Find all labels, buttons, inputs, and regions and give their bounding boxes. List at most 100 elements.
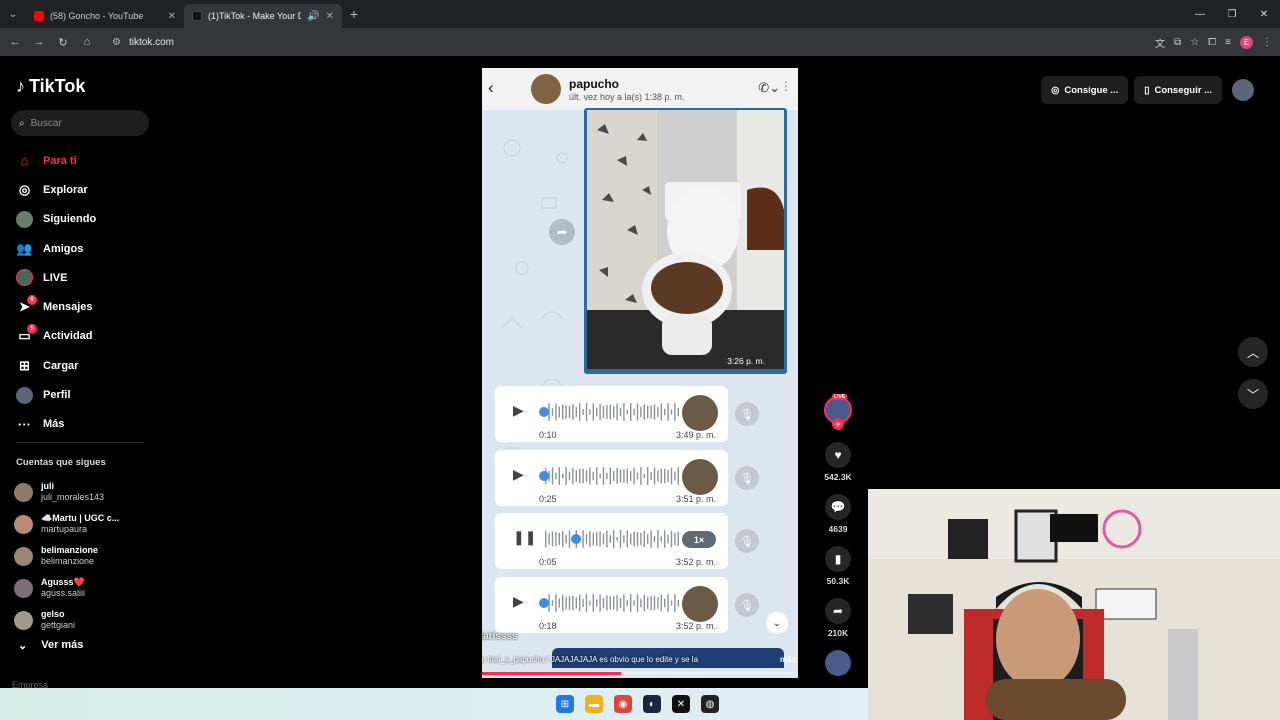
following-item[interactable]: gelso gettgiani — [14, 604, 154, 636]
comment-count: 4639 — [828, 524, 848, 534]
share-button[interactable]: ➦ 210K — [818, 598, 858, 638]
waveform-bar — [545, 530, 547, 548]
forward-icon[interactable]: → — [27, 28, 51, 56]
voice-message: ▶ 0:10 3:49 p. m. — [495, 386, 728, 442]
waveform-bar — [589, 467, 591, 485]
reload-icon[interactable]: ↻ — [51, 28, 75, 56]
waveform — [545, 530, 679, 548]
nav-item-para-ti[interactable]: ⌂ Para ti — [16, 146, 156, 175]
waveform-bar — [613, 596, 615, 610]
profile-avatar[interactable]: E — [1240, 35, 1253, 49]
following-item[interactable]: belimanzione belimanzione — [14, 540, 154, 572]
translate-icon[interactable]: 文 — [1155, 35, 1165, 50]
comment-button[interactable]: 💬 4639 — [818, 494, 858, 534]
app-icon[interactable]: ◍ — [701, 695, 719, 713]
following-item[interactable]: Agusss❤️ aguss.saliii — [14, 572, 154, 604]
close-tab-icon[interactable]: ✕ — [326, 11, 334, 22]
waveform-bar — [582, 598, 584, 608]
close-window-icon[interactable]: ✕ — [1248, 0, 1280, 28]
nav-item-explorar[interactable]: ◎ Explorar — [16, 175, 156, 204]
tab-tiktok[interactable]: (1)TikTok - Make Your Day 🔊 ✕ — [184, 4, 342, 28]
waveform-bar — [602, 405, 605, 419]
new-tab-button[interactable]: + — [342, 6, 366, 22]
nav-item-siguiendo[interactable]: Siguiendo — [16, 205, 156, 234]
speaker-icon[interactable]: 🔊 — [307, 11, 319, 22]
site-info-icon[interactable]: ⚙ — [112, 37, 121, 48]
close-tab-icon[interactable]: ✕ — [168, 11, 176, 22]
search-input[interactable]: ⌕ Buscar — [11, 110, 149, 136]
waveform-bar — [643, 530, 645, 548]
tab-search-icon[interactable]: ⌄ — [0, 0, 26, 28]
home-icon[interactable]: ⌂ — [75, 28, 99, 56]
cast-icon[interactable]: ⧉ — [1174, 37, 1181, 48]
extensions-icon[interactable]: ⧠ — [1208, 37, 1216, 48]
nav-item-mensajes[interactable]: ➤ 6 Mensajes — [16, 292, 156, 321]
browser-menu-icon[interactable]: ⋮ — [1262, 37, 1272, 48]
nav-item-live[interactable]: LIVE — [16, 263, 156, 292]
next-video-button[interactable]: ﹀ — [1238, 379, 1268, 409]
tab-youtube[interactable]: (58) Goncho - YouTube ✕ — [26, 4, 184, 28]
waveform-bar — [585, 470, 588, 482]
waveform-bar — [572, 403, 574, 421]
chevron-up-icon: ︿ — [1246, 345, 1259, 360]
video-player[interactable]: ‹ papucho últ. vez hoy a la(s) 1:38 p. m… — [482, 68, 798, 678]
waveform-bar — [623, 594, 625, 612]
steam-icon[interactable]: ◐ — [643, 695, 661, 713]
voice-duration: 0:25 — [539, 494, 557, 504]
media-control-icon[interactable]: ≡ — [1225, 37, 1231, 48]
video-progress-bar[interactable] — [482, 672, 794, 675]
see-more-button[interactable]: ⌄ Ver más — [18, 639, 83, 652]
capcut-icon[interactable]: ✕ — [672, 695, 690, 713]
get-coins-button[interactable]: ◎ Consigue ... — [1041, 76, 1129, 104]
user-avatar[interactable] — [1232, 79, 1254, 101]
waveform-bar — [670, 600, 673, 606]
tab-title: (58) Goncho - YouTube — [50, 11, 144, 21]
minimize-icon[interactable]: — — [1184, 0, 1216, 28]
nav-item-mas[interactable]: ··· Más — [16, 410, 156, 439]
waveform-bar — [647, 405, 649, 419]
nav-item-actividad[interactable]: ▭ 5 Actividad — [16, 322, 156, 351]
waveform-bar — [616, 403, 618, 421]
creator-avatar-button[interactable]: LIVE + — [818, 394, 858, 430]
nav-item-perfil[interactable]: Perfil — [16, 380, 156, 409]
send-icon: ➤ 6 — [16, 295, 37, 315]
waveform-bar — [599, 473, 601, 479]
get-app-button[interactable]: ▯ Conseguir ... — [1134, 76, 1222, 104]
waveform-bar — [619, 469, 622, 483]
back-icon[interactable]: ← — [3, 28, 27, 56]
waveform-bar — [677, 467, 679, 485]
save-button[interactable]: ▮ 50.3K — [818, 546, 858, 586]
following-item[interactable]: ☁️Martu | UGC c... martupaura — [14, 508, 154, 540]
waveform-bar — [653, 595, 656, 611]
coin-icon: ◎ — [1051, 84, 1060, 96]
nav-label: Explorar — [43, 183, 88, 196]
waveform-bar — [677, 599, 679, 607]
tiktok-logo[interactable]: ♪ TikTok — [16, 76, 85, 97]
previous-video-button[interactable]: ︿ — [1238, 337, 1268, 367]
waveform-bar — [633, 531, 635, 547]
url-field[interactable]: ⚙ tiktok.com — [104, 32, 1084, 52]
playhead-dot — [539, 598, 549, 608]
chrome-icon[interactable]: ◉ — [614, 695, 632, 713]
waveform-bar — [579, 468, 581, 484]
video-author[interactable]: tiarissss — [482, 631, 518, 642]
waveform-bar — [660, 594, 662, 612]
microphone-icon: 🎙 — [735, 402, 759, 426]
waveform-bar — [653, 467, 656, 485]
bookmark-star-icon[interactable]: ☆ — [1190, 37, 1199, 48]
maximize-icon[interactable]: ❐ — [1216, 0, 1248, 28]
nav-item-cargar[interactable]: ⊞ Cargar — [16, 351, 156, 380]
waveform-bar — [558, 467, 560, 485]
nav-item-amigos[interactable]: 👥 Amigos — [16, 234, 156, 263]
windows-icon[interactable]: ⊞ — [556, 695, 574, 713]
windows-taskbar: ⊞ ▬ ◉ ◐ ✕ ◍ — [0, 688, 868, 720]
avatar — [14, 514, 33, 534]
following-item[interactable]: juli juli_morales143 — [14, 476, 154, 508]
file-explorer-icon[interactable]: ▬ — [585, 695, 603, 713]
follow-plus-icon[interactable]: + — [832, 418, 844, 430]
caption-more-link[interactable]: más — [780, 655, 796, 664]
waveform-bar — [565, 467, 567, 485]
like-button[interactable]: ♥ 542.3K — [818, 442, 858, 482]
sidebar-nav: ⌂ Para ti ◎ Explorar Siguiendo 👥 Amigos … — [16, 146, 156, 439]
music-disc-button[interactable] — [818, 650, 858, 676]
